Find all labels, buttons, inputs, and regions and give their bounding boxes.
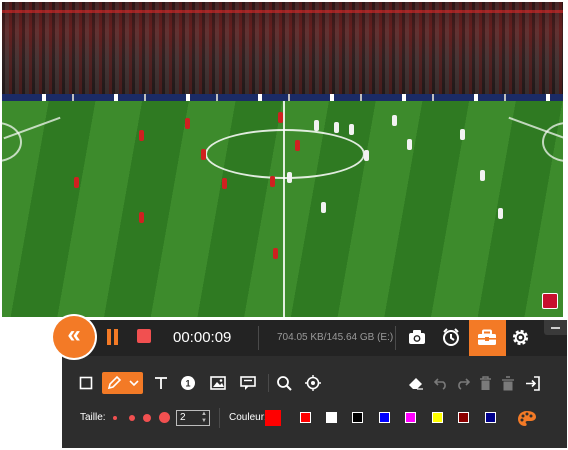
rectangle-tool[interactable] <box>76 373 96 393</box>
player <box>295 140 300 151</box>
text-icon <box>155 377 167 389</box>
gear-icon[interactable] <box>511 328 530 347</box>
broadcaster-logo <box>542 293 558 309</box>
toolbox-icon <box>478 329 496 345</box>
player <box>460 129 465 140</box>
clear-all-button[interactable] <box>498 373 518 393</box>
exit-icon <box>525 375 540 391</box>
player <box>270 176 275 187</box>
number-tool[interactable]: 1 <box>178 373 198 393</box>
player <box>139 130 144 141</box>
redo-icon <box>458 378 470 390</box>
player <box>74 177 79 188</box>
advertising-boards <box>2 94 563 101</box>
size-option-4[interactable] <box>159 412 170 423</box>
player <box>287 172 292 183</box>
color-label: Couleur: <box>229 412 267 423</box>
size-option-2[interactable] <box>129 415 135 421</box>
magnifier-icon <box>277 376 292 391</box>
divider <box>268 374 269 392</box>
size-option-1[interactable] <box>113 416 117 420</box>
spotlight-icon <box>305 375 321 391</box>
alarm-clock-icon[interactable] <box>442 328 460 346</box>
color-swatch-navy[interactable] <box>485 412 496 423</box>
eraser-tool[interactable] <box>406 373 426 393</box>
color-swatch-black[interactable] <box>352 412 363 423</box>
stadium-crowd <box>2 2 563 97</box>
pen-icon <box>107 375 122 390</box>
recording-control-panel: 00:00:09 704.05 KB/145.64 GB (E:) 1 Tail… <box>62 320 567 448</box>
centre-circle <box>205 129 365 179</box>
screen-recorder-window: « 00:00:09 704.05 KB/145.64 GB (E:) 1 Ta… <box>0 0 568 450</box>
text-tool[interactable] <box>151 373 171 393</box>
undo-icon <box>434 378 446 390</box>
player <box>139 212 144 223</box>
camera-icon[interactable] <box>408 329 426 345</box>
player <box>278 112 283 123</box>
rectangle-icon <box>79 376 93 390</box>
color-swatch-magenta[interactable] <box>405 412 416 423</box>
divider <box>258 326 259 350</box>
image-icon <box>210 376 226 390</box>
trash-icon <box>479 375 491 390</box>
stop-button[interactable] <box>137 329 151 343</box>
player <box>498 208 503 219</box>
file-size-readout: 704.05 KB/145.64 GB (E:) <box>277 332 394 343</box>
toolbox-tab[interactable] <box>469 320 506 356</box>
pen-tool-group[interactable] <box>102 372 143 394</box>
callout-icon <box>240 375 256 390</box>
redo-button[interactable] <box>453 373 473 393</box>
callout-tool[interactable] <box>238 373 258 393</box>
color-swatch-dark-red[interactable] <box>458 412 469 423</box>
color-swatch-white[interactable] <box>326 412 337 423</box>
player <box>321 202 326 213</box>
player <box>480 170 485 181</box>
player <box>349 124 354 135</box>
player <box>185 118 190 129</box>
recording-timer: 00:00:09 <box>173 329 232 346</box>
color-swatch-red[interactable] <box>300 412 311 423</box>
magnifier-tool[interactable] <box>274 373 294 393</box>
size-value: 2 <box>180 412 186 423</box>
double-chevron-left-icon: « <box>67 321 81 348</box>
eraser-icon <box>409 378 423 390</box>
chevron-down-icon[interactable] <box>129 379 139 387</box>
player <box>407 139 412 150</box>
color-palette-icon[interactable] <box>517 410 537 427</box>
delete-button[interactable] <box>475 373 495 393</box>
player <box>201 149 206 160</box>
clear-all-icon <box>502 375 514 390</box>
divider <box>395 326 396 350</box>
player <box>392 115 397 126</box>
size-stepper[interactable]: 2 ▲ ▼ <box>176 410 210 426</box>
undo-button[interactable] <box>431 373 451 393</box>
player <box>222 178 227 189</box>
size-option-3[interactable] <box>143 414 151 422</box>
spin-arrows-icon[interactable]: ▲ ▼ <box>201 411 207 425</box>
video-preview <box>2 2 563 317</box>
player <box>334 122 339 133</box>
svg-text:1: 1 <box>185 379 190 389</box>
exit-drawing-button[interactable] <box>522 373 542 393</box>
divider <box>219 408 220 428</box>
recording-top-bar: 00:00:09 704.05 KB/145.64 GB (E:) <box>62 320 567 356</box>
image-tool[interactable] <box>208 373 228 393</box>
color-swatch-yellow[interactable] <box>432 412 443 423</box>
size-label: Taille: <box>80 412 106 423</box>
minimize-button[interactable] <box>544 320 567 335</box>
color-swatch-blue[interactable] <box>379 412 390 423</box>
player <box>273 248 278 259</box>
collapse-panel-button[interactable]: « <box>53 316 95 358</box>
player <box>314 120 319 131</box>
pause-button[interactable] <box>105 329 121 345</box>
number-badge-icon: 1 <box>181 376 195 390</box>
spotlight-tool[interactable] <box>303 373 323 393</box>
selected-color-swatch[interactable] <box>265 410 281 426</box>
player <box>364 150 369 161</box>
